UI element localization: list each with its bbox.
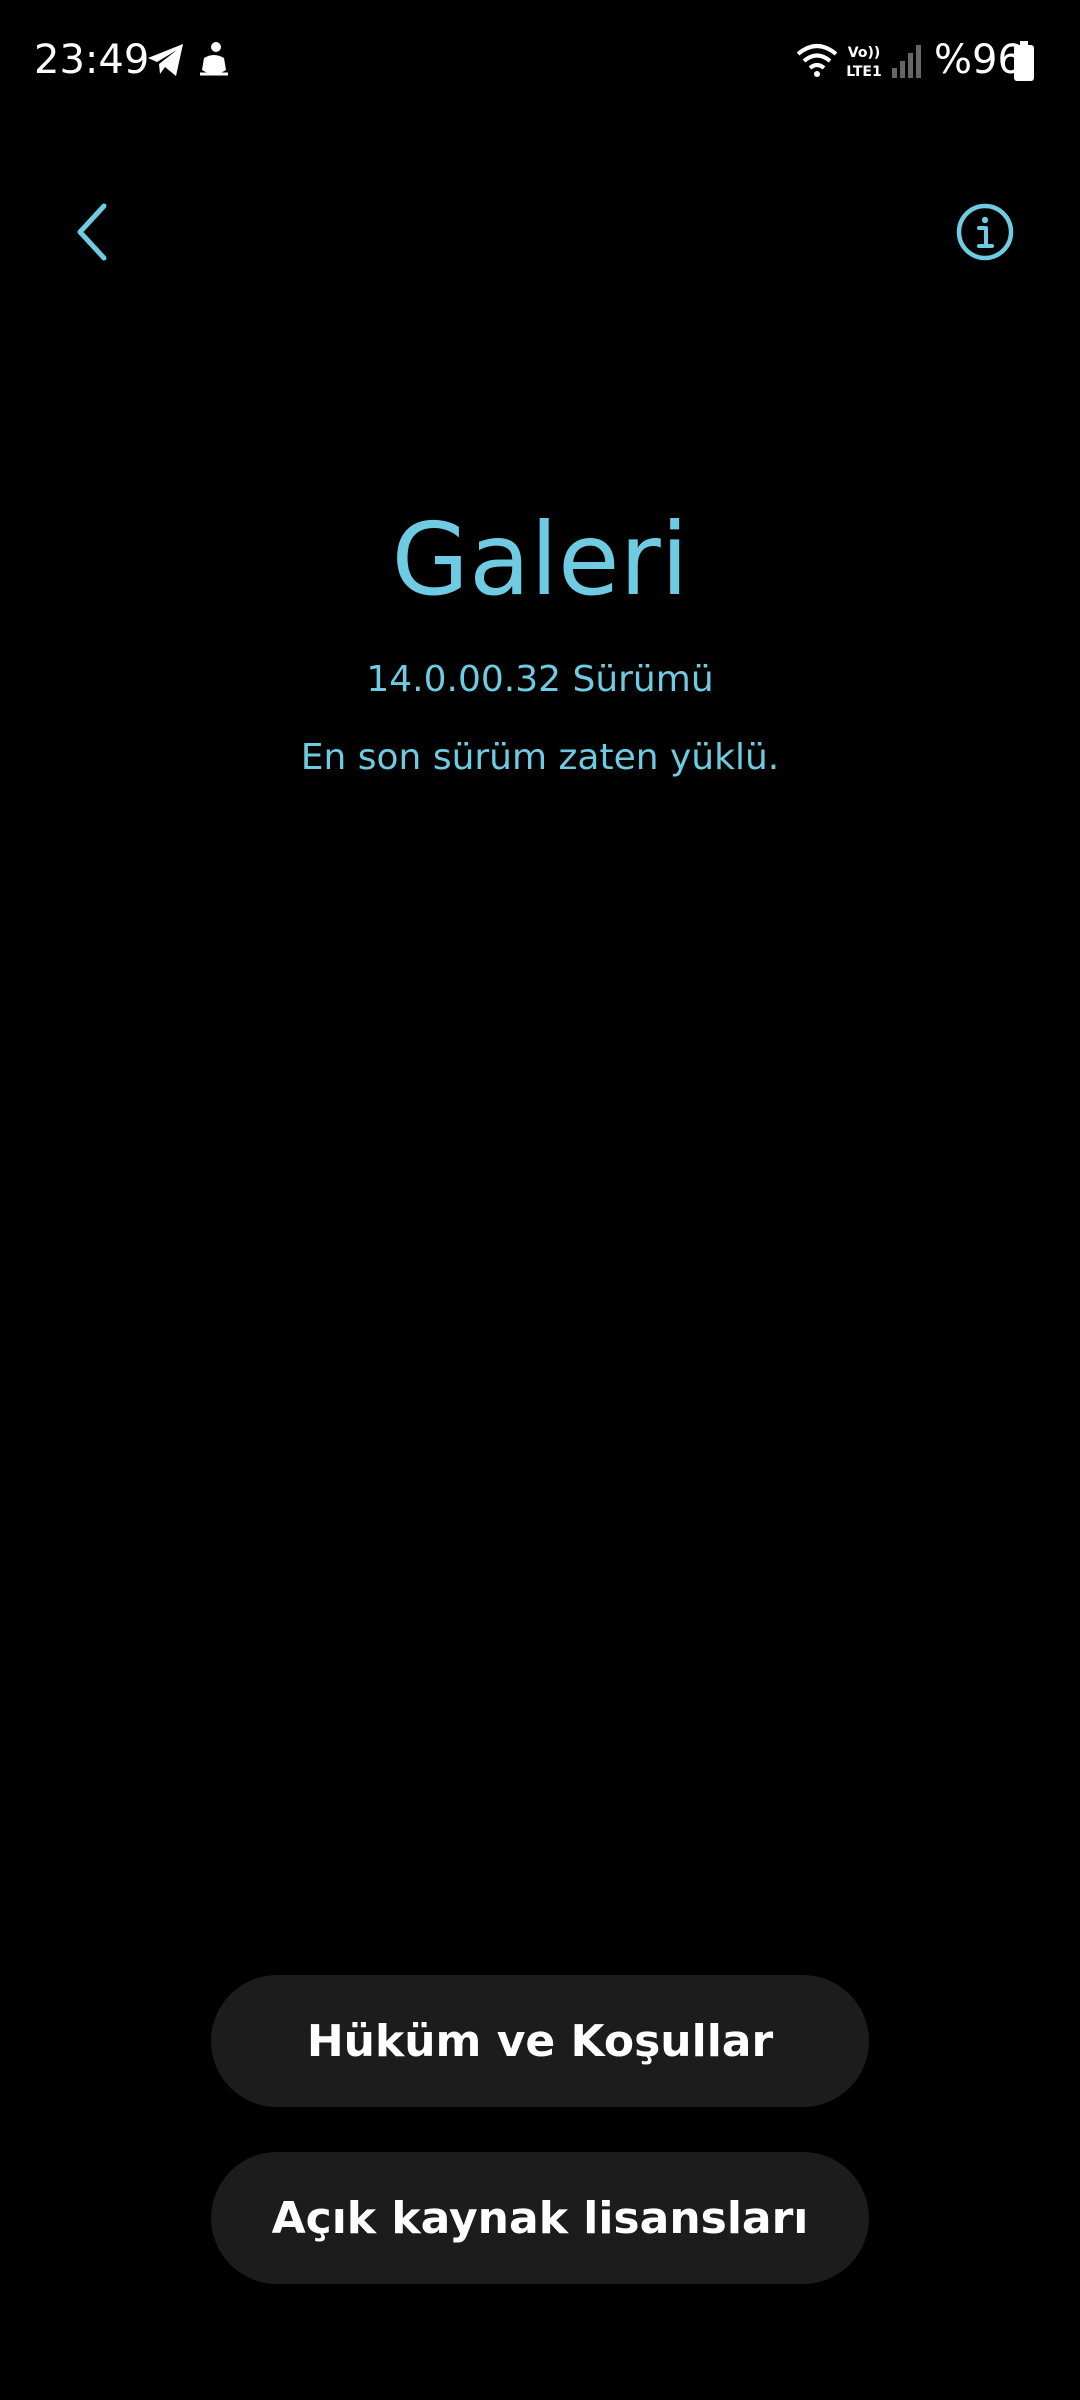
app-notification-icon: [200, 42, 228, 76]
update-status: En son sürüm zaten yüklü.: [300, 737, 780, 778]
chevron-left-icon: [77, 203, 107, 261]
info-icon: [956, 203, 1014, 261]
back-button[interactable]: [50, 184, 134, 280]
info-button[interactable]: [940, 184, 1030, 280]
volte-label-top: Vo)): [848, 45, 880, 61]
app-version: 14.0.00.32 Sürümü: [366, 659, 714, 700]
status-bar: 23:49 Vo)) LTE1 %96: [0, 0, 1080, 120]
app-title: Galeri: [391, 501, 689, 618]
telegram-icon: [148, 44, 183, 76]
volte-label-bottom: LTE1: [846, 64, 881, 80]
open-source-licenses-button[interactable]: Açık kaynak lisansları: [211, 2152, 869, 2284]
signal-icon: [892, 45, 921, 78]
battery-percentage: %96: [934, 37, 1023, 83]
volte-lte1-icon: Vo)) LTE1: [846, 45, 881, 80]
battery-icon: [1014, 41, 1034, 81]
status-time: 23:49: [34, 37, 150, 83]
terms-and-conditions-button[interactable]: Hüküm ve Koşullar: [211, 1975, 869, 2107]
wifi-icon: [796, 44, 838, 77]
